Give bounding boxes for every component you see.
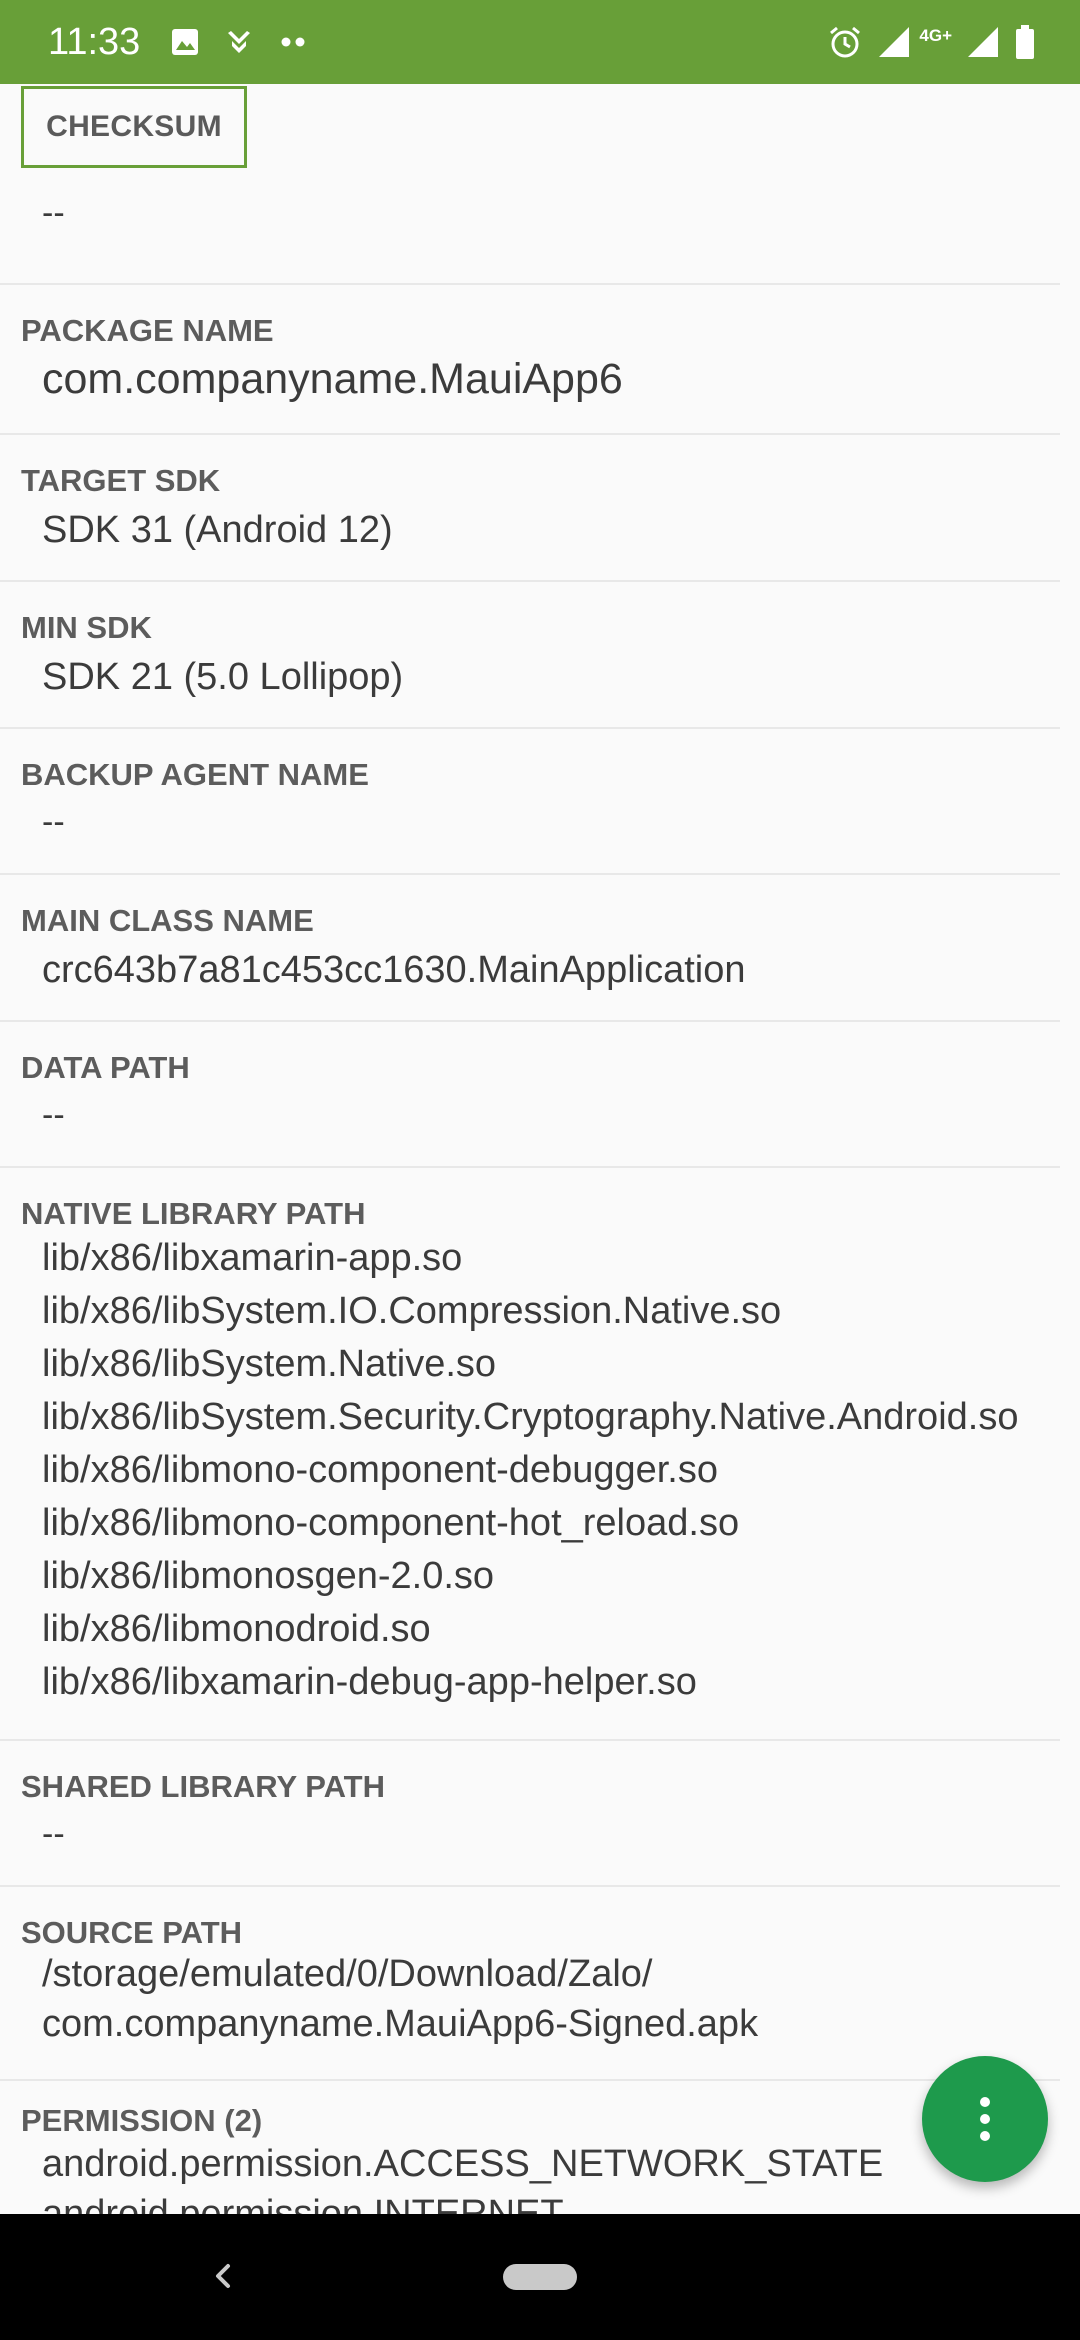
status-time: 11:33: [48, 21, 141, 63]
min-sdk-label: MIN SDK: [21, 610, 152, 645]
package-name-label: PACKAGE NAME: [21, 313, 274, 348]
alarm-icon: [830, 26, 861, 58]
native-library-list: lib/x86/libxamarin-app.so lib/x86/libSys…: [42, 1232, 1060, 1709]
target-sdk-value: SDK 31 (Android 12): [42, 509, 393, 551]
list-item: lib/x86/libxamarin-app.so: [42, 1237, 463, 1279]
source-path-label: SOURCE PATH: [21, 1915, 243, 1950]
list-item: lib/x86/libmonosgen-2.0.so: [42, 1555, 495, 1597]
permissions-label: PERMISSION (2): [21, 2103, 263, 2138]
download-notification-icon: [228, 31, 250, 53]
target-sdk-label: TARGET SDK: [21, 463, 221, 498]
native-library-section: NATIVE LIBRARY PATH lib/x86/libxamarin-a…: [0, 1168, 1060, 1741]
status-bar: 11:33 4G+: [0, 0, 1080, 84]
source-path-list: /storage/emulated/0/Download/Zalo/ com.c…: [42, 1949, 1060, 2049]
list-item: android.permission.ACCESS_NETWORK_STATE: [42, 2143, 884, 2185]
list-item: lib/x86/libmonodroid.so: [42, 1608, 431, 1650]
data-path-label: DATA PATH: [21, 1050, 190, 1085]
signal-icon: [968, 27, 998, 57]
list-item: lib/x86/libmono-component-hot_reload.so: [42, 1502, 740, 1544]
package-name-section: PACKAGE NAME com.companyname.MauiApp6: [0, 285, 1060, 435]
backup-agent-label: BACKUP AGENT NAME: [21, 757, 369, 792]
navigation-bar: [0, 2214, 1080, 2340]
data-path-section: DATA PATH --: [0, 1022, 1060, 1168]
shared-library-label: SHARED LIBRARY PATH: [21, 1769, 385, 1804]
data-path-value: --: [42, 1096, 65, 1134]
network-type-label: 4G+: [919, 26, 952, 45]
home-pill-icon[interactable]: [503, 2264, 577, 2290]
battery-icon: [1016, 25, 1034, 59]
package-name-value: com.companyname.MauiApp6: [42, 355, 623, 403]
main-class-value: crc643b7a81c453cc1630.MainApplication: [42, 949, 746, 991]
source-path-section: SOURCE PATH /storage/emulated/0/Download…: [0, 1887, 1060, 2081]
backup-agent-section: BACKUP AGENT NAME --: [0, 729, 1060, 875]
min-sdk-value: SDK 21 (5.0 Lollipop): [42, 656, 404, 698]
main-class-label: MAIN CLASS NAME: [21, 903, 314, 938]
list-item: android.permission.INTERNET: [42, 2193, 564, 2214]
more-vert-icon: [980, 2097, 990, 2141]
back-icon[interactable]: [200, 2252, 248, 2300]
status-system-icons: 4G+: [827, 18, 1036, 66]
status-notification-icons: [170, 20, 308, 64]
image-icon: [172, 29, 198, 55]
checksum-section: --: [0, 84, 1060, 285]
signal-icon: [879, 27, 910, 57]
shared-library-section: SHARED LIBRARY PATH --: [0, 1741, 1060, 1887]
main-class-section: MAIN CLASS NAME crc643b7a81c453cc1630.Ma…: [0, 875, 1060, 1022]
app-info-content[interactable]: CHECKSUM -- PACKAGE NAME com.companyname…: [0, 84, 1080, 2214]
list-item: com.companyname.MauiApp6-Signed.apk: [42, 2003, 759, 2045]
list-item: lib/x86/libSystem.Security.Cryptography.…: [42, 1396, 1019, 1438]
permissions-list: android.permission.ACCESS_NETWORK_STATE …: [42, 2139, 1060, 2214]
target-sdk-section: TARGET SDK SDK 31 (Android 12): [0, 435, 1060, 582]
more-options-fab[interactable]: [922, 2056, 1048, 2182]
native-library-label: NATIVE LIBRARY PATH: [21, 1196, 366, 1231]
permissions-section: PERMISSION (2) android.permission.ACCESS…: [0, 2081, 1060, 2214]
more-dots-icon: [281, 37, 305, 47]
checksum-value: --: [42, 194, 65, 232]
list-item: lib/x86/libSystem.Native.so: [42, 1343, 497, 1385]
list-item: /storage/emulated/0/Download/Zalo/: [42, 1953, 653, 1995]
backup-agent-value: --: [42, 803, 65, 841]
list-item: lib/x86/libxamarin-debug-app-helper.so: [42, 1661, 697, 1703]
list-item: lib/x86/libmono-component-debugger.so: [42, 1449, 718, 1491]
list-item: lib/x86/libSystem.IO.Compression.Native.…: [42, 1290, 782, 1332]
shared-library-value: --: [42, 1815, 65, 1853]
min-sdk-section: MIN SDK SDK 21 (5.0 Lollipop): [0, 582, 1060, 729]
